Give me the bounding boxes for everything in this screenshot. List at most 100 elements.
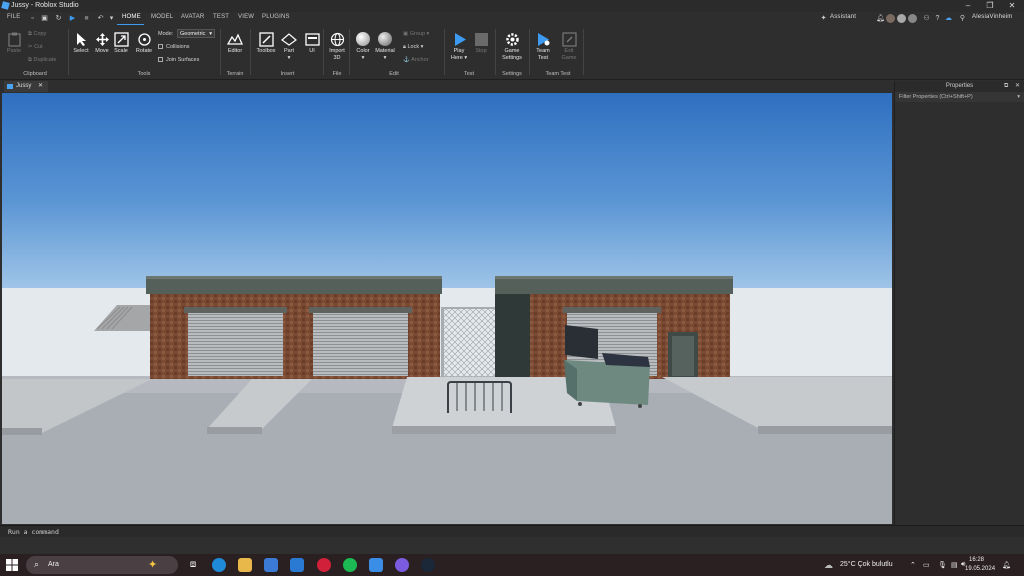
tab-plugins[interactable]: PLUGINS bbox=[262, 14, 290, 20]
play-here-button[interactable]: Play Here ▾ bbox=[448, 31, 470, 62]
opera-browser-icon[interactable] bbox=[317, 558, 331, 572]
username-label[interactable]: AlesiaVinheim bbox=[972, 14, 1013, 20]
tray-app-icon[interactable]: ▭ bbox=[923, 561, 930, 569]
cloud-icon[interactable]: ☁ bbox=[945, 15, 952, 22]
clock-date[interactable]: 19.05.2024 bbox=[965, 566, 995, 572]
mail-icon[interactable] bbox=[290, 558, 304, 572]
3d-viewport[interactable] bbox=[2, 93, 892, 524]
collaborator-avatar[interactable] bbox=[897, 14, 906, 23]
tab-avatar[interactable]: AVATAR bbox=[181, 14, 204, 20]
team-test-button[interactable]: Team Test bbox=[532, 31, 554, 62]
tray-chevron-icon[interactable]: ⌃ bbox=[910, 561, 916, 569]
discord-icon[interactable] bbox=[395, 558, 409, 572]
tab-test[interactable]: TEST bbox=[213, 14, 229, 20]
weather-text[interactable]: 25°C Çok bulutlu bbox=[840, 561, 893, 568]
close-window-button[interactable]: ✕ bbox=[1001, 0, 1023, 12]
ribbon-toolbar: Paste ⧉ Copy ✂ Cut ⧉ Duplicate Clipboard… bbox=[0, 25, 1024, 80]
spotify-icon[interactable] bbox=[343, 558, 357, 572]
stop-button[interactable]: Stop bbox=[472, 31, 490, 55]
help-icon[interactable]: ? bbox=[934, 15, 941, 22]
close-panel-icon[interactable]: ✕ bbox=[1015, 81, 1020, 92]
scale-tool-button[interactable]: Scale bbox=[112, 31, 130, 55]
ui-button[interactable]: UI bbox=[302, 31, 322, 55]
refresh-icon[interactable]: ↻ bbox=[55, 15, 62, 22]
share-icon[interactable]: ⚇ bbox=[923, 15, 930, 22]
import-3d-button[interactable]: Import 3D bbox=[326, 31, 348, 62]
toolbox-button[interactable]: Toolbox bbox=[253, 31, 279, 55]
terrain-group-label: Terrain bbox=[226, 71, 244, 77]
steam-icon[interactable] bbox=[421, 558, 435, 572]
cut-button[interactable]: ✂ Cut bbox=[28, 44, 43, 50]
chevron-down-icon: ▾ bbox=[383, 55, 387, 61]
weather-cloud-icon[interactable]: ☁ bbox=[824, 560, 833, 571]
windows-start-icon[interactable] bbox=[6, 559, 18, 571]
game-settings-button[interactable]: Game Settings bbox=[498, 31, 526, 62]
separator bbox=[444, 29, 445, 75]
clock-time[interactable]: 16:28 bbox=[969, 557, 984, 563]
join-surfaces-checkbox[interactable]: Join Surfaces bbox=[158, 57, 199, 63]
user-icon[interactable]: ⚲ bbox=[959, 15, 966, 22]
clipboard-group-label: Clipboard bbox=[23, 71, 47, 77]
terrain-editor-button[interactable]: Editor bbox=[224, 31, 246, 55]
file-menu[interactable]: FILE bbox=[7, 14, 20, 20]
team-test-group-label: Team Test bbox=[545, 71, 571, 77]
rotate-tool-button[interactable]: Rotate bbox=[133, 31, 155, 55]
command-bar[interactable]: Run a command bbox=[0, 525, 1024, 537]
collisions-checkbox[interactable]: Collisions bbox=[158, 44, 190, 50]
popout-icon[interactable]: ⧉ bbox=[1004, 81, 1008, 92]
exit-game-icon bbox=[561, 31, 577, 47]
group-button[interactable]: ▣ Group ▾ bbox=[403, 31, 429, 37]
play-quick-icon[interactable]: ▶ bbox=[69, 15, 76, 22]
microphone-icon[interactable]: 🎙︎ bbox=[938, 561, 947, 569]
open-file-icon[interactable]: ▣ bbox=[41, 15, 48, 22]
move-tool-button[interactable]: Move bbox=[93, 31, 111, 55]
notification-bell-icon[interactable]: 🔔︎ bbox=[1002, 561, 1011, 569]
command-input-placeholder: Run a command bbox=[8, 528, 59, 536]
maximize-button[interactable]: ❐ bbox=[979, 0, 1001, 12]
toolbox-icon bbox=[258, 31, 274, 47]
anchor-button[interactable]: ⚓ Anchor bbox=[403, 57, 429, 63]
undo-dropdown-icon[interactable]: ▾ bbox=[108, 15, 115, 22]
separator bbox=[250, 29, 251, 75]
file-explorer-icon[interactable] bbox=[238, 558, 252, 572]
paste-button[interactable]: Paste bbox=[5, 31, 23, 55]
terrain-icon bbox=[227, 33, 243, 45]
color-button[interactable]: Color ▾ bbox=[353, 31, 373, 62]
duplicate-button[interactable]: ⧉ Duplicate bbox=[28, 57, 56, 64]
settings-group-label: Settings bbox=[502, 71, 522, 77]
chevron-down-icon: ▾ bbox=[361, 55, 365, 61]
document-tab-jussy[interactable]: Jussy ✕ bbox=[4, 81, 48, 92]
close-tab-icon[interactable]: ✕ bbox=[38, 82, 43, 89]
search-icon: ⌕ bbox=[34, 559, 40, 569]
part-button[interactable]: Part ▾ bbox=[279, 31, 299, 62]
stop-quick-icon[interactable]: ■ bbox=[83, 15, 90, 22]
new-file-icon[interactable]: ▫ bbox=[29, 15, 36, 22]
taskbar-search-box[interactable]: ⌕ Ara ✦ bbox=[26, 556, 178, 574]
task-view-icon[interactable]: ⧈ bbox=[186, 558, 200, 572]
separator bbox=[495, 29, 496, 75]
tab-view[interactable]: VIEW bbox=[238, 14, 254, 20]
material-button[interactable]: Material ▾ bbox=[373, 31, 397, 62]
network-icon[interactable]: ▤ bbox=[951, 561, 958, 569]
assistant-icon[interactable]: ✦ bbox=[820, 15, 827, 22]
collaborator-avatar[interactable] bbox=[886, 14, 895, 23]
move-arrows-icon bbox=[95, 32, 109, 46]
exit-game-button[interactable]: Exit Game bbox=[558, 31, 580, 62]
lock-button[interactable]: 🔒︎ Lock ▾ bbox=[403, 44, 423, 51]
mode-dropdown[interactable]: Geometric ▾ bbox=[177, 29, 215, 38]
filter-properties-input[interactable]: Filter Properties (Ctrl+Shift+P) ▾ bbox=[895, 92, 1024, 102]
edge-browser-icon[interactable] bbox=[212, 558, 226, 572]
copy-button[interactable]: ⧉ Copy bbox=[28, 31, 46, 38]
notifications-icon[interactable]: 🔔︎ bbox=[876, 15, 885, 22]
team-test-icon bbox=[537, 32, 549, 46]
collaborator-avatar[interactable] bbox=[908, 14, 917, 23]
properties-title: Properties bbox=[945, 83, 974, 89]
minimize-button[interactable]: – bbox=[957, 0, 979, 12]
tab-model[interactable]: MODEL bbox=[151, 14, 173, 20]
tab-home[interactable]: HOME bbox=[122, 14, 141, 20]
select-tool-button[interactable]: Select bbox=[72, 31, 90, 55]
assistant-button[interactable]: Assistant bbox=[830, 14, 856, 20]
undo-icon[interactable]: ↶ bbox=[97, 15, 104, 22]
microsoft-store-icon[interactable] bbox=[264, 558, 278, 572]
roblox-studio-taskbar-icon[interactable] bbox=[369, 558, 383, 572]
